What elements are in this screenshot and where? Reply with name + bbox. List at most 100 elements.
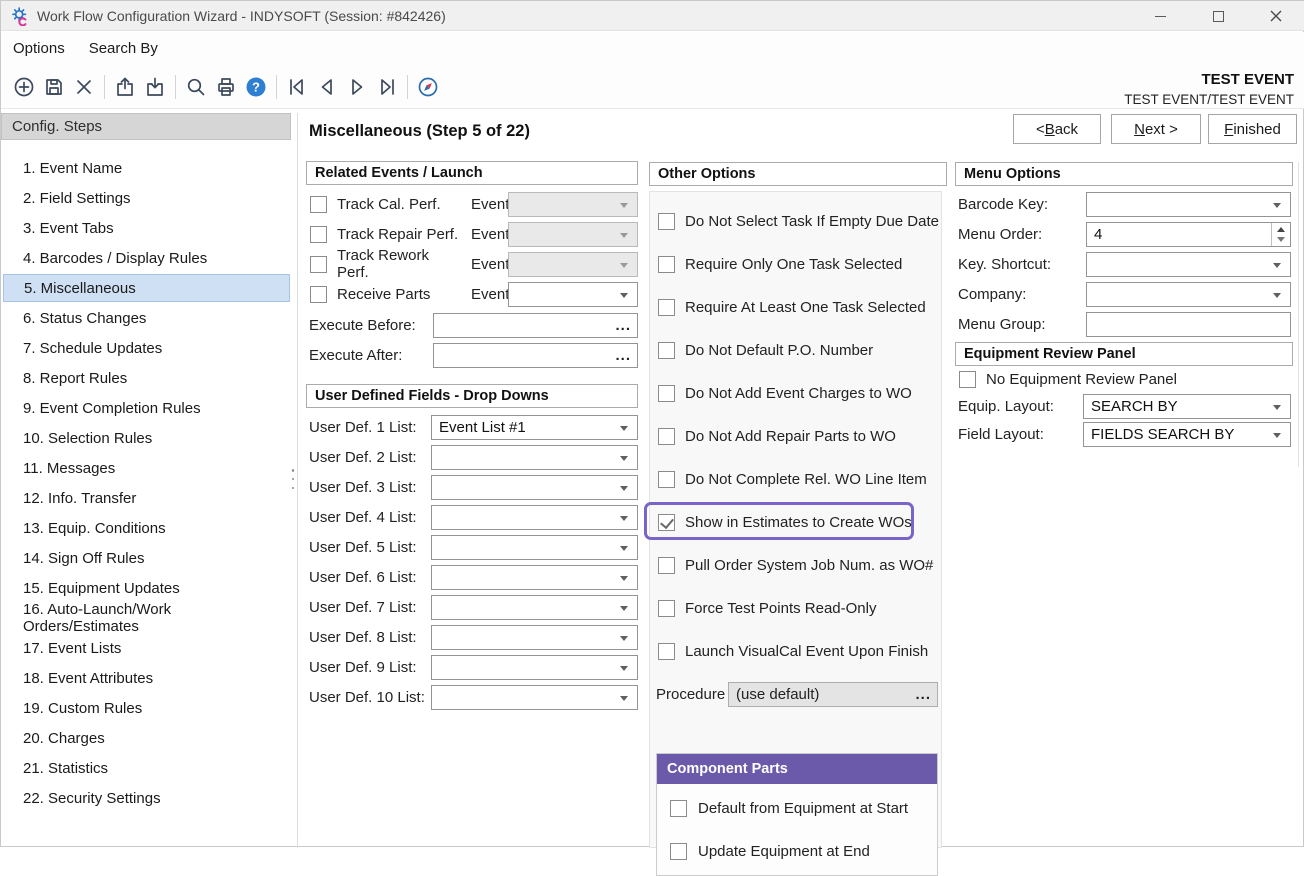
udf-6-dropdown[interactable] bbox=[431, 565, 638, 590]
track-cal-perf-checkbox[interactable] bbox=[310, 196, 327, 213]
next-record-button[interactable] bbox=[342, 72, 372, 102]
udf-1-dropdown[interactable]: Event List #1 bbox=[431, 415, 638, 440]
track-cal-event-dropdown[interactable] bbox=[508, 192, 638, 217]
export-button[interactable] bbox=[110, 72, 140, 102]
barcode-key-dropdown[interactable] bbox=[1086, 192, 1291, 217]
sidebar-splitter[interactable] bbox=[297, 113, 298, 848]
sidebar-item-custom-rules[interactable]: 19. Custom Rules bbox=[3, 694, 290, 722]
field-layout-dropdown[interactable]: FIELDS SEARCH BY bbox=[1083, 422, 1291, 447]
procedure-field[interactable]: (use default) ... bbox=[728, 682, 938, 707]
sidebar-item-selection-rules[interactable]: 10. Selection Rules bbox=[3, 424, 290, 452]
sidebar-item-statistics[interactable]: 21. Statistics bbox=[3, 754, 290, 782]
sidebar-item-report-rules[interactable]: 8. Report Rules bbox=[3, 364, 290, 392]
sidebar-item-security-settings[interactable]: 22. Security Settings bbox=[3, 784, 290, 812]
sidebar-item-auto-launch[interactable]: 16. Auto-Launch/Work Orders/Estimates bbox=[3, 604, 290, 632]
pull-order-system-job-num-checkbox[interactable] bbox=[658, 557, 675, 574]
splitter-grip-icon[interactable] bbox=[290, 469, 296, 489]
track-rework-event-dropdown[interactable] bbox=[508, 252, 638, 277]
sidebar-item-charges[interactable]: 20. Charges bbox=[3, 724, 290, 752]
update-equipment-at-end-checkbox[interactable] bbox=[670, 843, 687, 860]
sidebar-item-equipment-updates[interactable]: 15. Equipment Updates bbox=[3, 574, 290, 602]
minimize-icon bbox=[1155, 16, 1166, 17]
require-only-one-task-checkbox[interactable] bbox=[658, 256, 675, 273]
maximize-button[interactable] bbox=[1189, 1, 1247, 31]
menu-group-field[interactable] bbox=[1086, 312, 1291, 337]
navigator-button[interactable] bbox=[413, 72, 443, 102]
do-not-add-event-charges-checkbox[interactable] bbox=[658, 385, 675, 402]
udf-7-dropdown[interactable] bbox=[431, 595, 638, 620]
sidebar-item-event-name[interactable]: 1. Event Name bbox=[3, 154, 290, 182]
track-rework-perf-checkbox[interactable] bbox=[310, 256, 327, 273]
menu-bar: Options Search By bbox=[1, 32, 1304, 65]
next-button[interactable]: Next > bbox=[1111, 114, 1201, 144]
sidebar-item-equip-conditions[interactable]: 13. Equip. Conditions bbox=[3, 514, 290, 542]
require-at-least-one-task-checkbox[interactable] bbox=[658, 299, 675, 316]
do-not-complete-rel-wo-checkbox[interactable] bbox=[658, 471, 675, 488]
chevron-down-icon bbox=[620, 576, 628, 581]
do-not-add-repair-parts-checkbox[interactable] bbox=[658, 428, 675, 445]
sidebar-item-miscellaneous[interactable]: 5. Miscellaneous bbox=[3, 274, 290, 302]
default-from-equipment-checkbox[interactable] bbox=[670, 800, 687, 817]
execute-before-field[interactable]: ... bbox=[433, 313, 638, 338]
no-equipment-review-label: No Equipment Review Panel bbox=[986, 371, 1177, 388]
last-record-button[interactable] bbox=[372, 72, 402, 102]
sidebar-item-status-changes[interactable]: 6. Status Changes bbox=[3, 304, 290, 332]
sidebar-item-field-settings[interactable]: 2. Field Settings bbox=[3, 184, 290, 212]
udf-9-dropdown[interactable] bbox=[431, 655, 638, 680]
track-repair-event-dropdown[interactable] bbox=[508, 222, 638, 247]
track-repair-perf-checkbox[interactable] bbox=[310, 226, 327, 243]
udf-2-dropdown[interactable] bbox=[431, 445, 638, 470]
menu-options[interactable]: Options bbox=[13, 40, 65, 57]
sidebar-item-event-tabs[interactable]: 3. Event Tabs bbox=[3, 214, 290, 242]
spinner-buttons[interactable] bbox=[1271, 223, 1289, 246]
receive-parts-event-dropdown[interactable] bbox=[508, 282, 638, 307]
udf-10-dropdown[interactable] bbox=[431, 685, 638, 710]
first-record-icon bbox=[285, 75, 309, 99]
force-test-points-read-only-checkbox[interactable] bbox=[658, 600, 675, 617]
minimize-button[interactable] bbox=[1131, 1, 1189, 31]
udf-8-dropdown[interactable] bbox=[431, 625, 638, 650]
sidebar-item-messages[interactable]: 11. Messages bbox=[3, 454, 290, 482]
chevron-down-icon bbox=[620, 486, 628, 491]
import-button[interactable] bbox=[140, 72, 170, 102]
menu-order-stepper[interactable]: 4 bbox=[1086, 222, 1291, 247]
sidebar-item-schedule-updates[interactable]: 7. Schedule Updates bbox=[3, 334, 290, 362]
no-equipment-review-checkbox[interactable] bbox=[959, 371, 976, 388]
sidebar-item-event-lists[interactable]: 17. Event Lists bbox=[3, 634, 290, 662]
sidebar-item-sign-off-rules[interactable]: 14. Sign Off Rules bbox=[3, 544, 290, 572]
sidebar-item-barcodes-display-rules[interactable]: 4. Barcodes / Display Rules bbox=[3, 244, 290, 272]
previous-record-button[interactable] bbox=[312, 72, 342, 102]
execute-before-browse-button[interactable]: ... bbox=[615, 314, 631, 337]
udf-5-dropdown[interactable] bbox=[431, 535, 638, 560]
execute-after-label: Execute After: bbox=[309, 347, 402, 364]
execute-after-browse-button[interactable]: ... bbox=[615, 344, 631, 367]
udf-4-dropdown[interactable] bbox=[431, 505, 638, 530]
procedure-browse-button[interactable]: ... bbox=[915, 683, 931, 706]
panel-edge-line bbox=[1298, 162, 1299, 467]
related-events-column: Related Events / Launch Track Cal. Perf.… bbox=[306, 161, 638, 712]
launch-visualcal-checkbox[interactable] bbox=[658, 643, 675, 660]
equip-layout-dropdown[interactable]: SEARCH BY bbox=[1083, 394, 1291, 419]
sidebar-item-event-attributes[interactable]: 18. Event Attributes bbox=[3, 664, 290, 692]
sidebar-item-event-completion-rules[interactable]: 9. Event Completion Rules bbox=[3, 394, 290, 422]
close-button[interactable] bbox=[1247, 1, 1304, 31]
search-button[interactable] bbox=[181, 72, 211, 102]
key-shortcut-dropdown[interactable] bbox=[1086, 252, 1291, 277]
execute-after-field[interactable]: ... bbox=[433, 343, 638, 368]
company-dropdown[interactable] bbox=[1086, 282, 1291, 307]
do-not-select-task-checkbox[interactable] bbox=[658, 213, 675, 230]
udf-3-dropdown[interactable] bbox=[431, 475, 638, 500]
show-in-estimates-checkbox[interactable] bbox=[658, 514, 675, 531]
print-button[interactable] bbox=[211, 72, 241, 102]
finished-button[interactable]: Finished bbox=[1208, 114, 1297, 144]
help-button[interactable]: ? bbox=[241, 72, 271, 102]
receive-parts-checkbox[interactable] bbox=[310, 286, 327, 303]
sidebar-item-info-transfer[interactable]: 12. Info. Transfer bbox=[3, 484, 290, 512]
first-record-button[interactable] bbox=[282, 72, 312, 102]
delete-button[interactable] bbox=[69, 72, 99, 102]
add-button[interactable] bbox=[9, 72, 39, 102]
do-not-default-po-checkbox[interactable] bbox=[658, 342, 675, 359]
menu-search-by[interactable]: Search By bbox=[89, 40, 158, 57]
back-button[interactable]: < Back bbox=[1013, 114, 1101, 144]
save-button[interactable] bbox=[39, 72, 69, 102]
